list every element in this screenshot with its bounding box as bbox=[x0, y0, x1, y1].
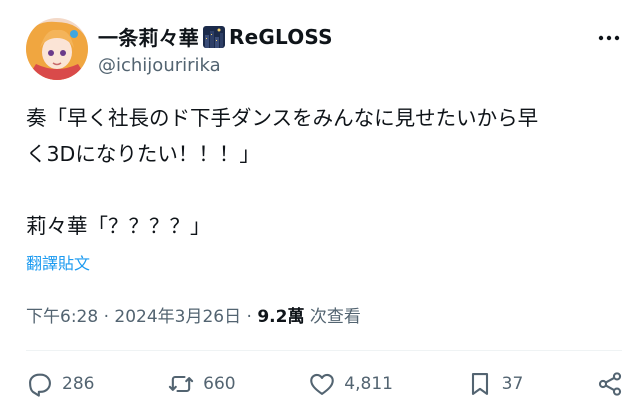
tweet-text: 奏「早く社長のド下手ダンスをみんなに見せたいから早 く3Dになりたい！！！」 莉… bbox=[26, 100, 626, 244]
action-bar: 286 660 4,811 37 bbox=[26, 370, 624, 398]
tweet-text-line-3: 莉々華「？？？？」 bbox=[26, 214, 211, 238]
bookmark-count: 37 bbox=[501, 374, 524, 394]
repost-icon bbox=[169, 375, 194, 393]
night-city-emoji-icon bbox=[203, 25, 225, 48]
share-icon bbox=[598, 372, 622, 396]
bookmark-button[interactable]: 37 bbox=[466, 370, 524, 398]
tweet-meta: 下午6:28 · 2024年3月26日 · 9.2萬 次查看 bbox=[26, 302, 361, 327]
divider bbox=[26, 350, 622, 351]
reply-count: 286 bbox=[62, 374, 95, 394]
reply-icon bbox=[29, 373, 51, 397]
reply-button[interactable]: 286 bbox=[26, 370, 94, 398]
meta-separator: · bbox=[241, 307, 258, 327]
tweet-date[interactable]: 2024年3月26日 bbox=[114, 307, 241, 327]
avatar-image bbox=[26, 18, 88, 80]
repost-button[interactable]: 660 bbox=[167, 370, 236, 398]
like-button[interactable]: 4,811 bbox=[308, 370, 393, 398]
view-count: 9.2萬 bbox=[257, 307, 305, 327]
display-name[interactable]: 一条莉々華 ReGLOSS bbox=[98, 22, 333, 51]
heart-icon bbox=[310, 373, 335, 395]
bookmark-icon bbox=[471, 373, 488, 395]
avatar[interactable] bbox=[26, 18, 88, 80]
org-name-text: ReGLOSS bbox=[229, 24, 333, 49]
tweet-text-line-1: 奏「早く社長のド下手ダンスをみんなに見せたいから早 bbox=[26, 106, 539, 130]
repost-count: 660 bbox=[203, 374, 236, 394]
user-handle[interactable]: @ichijouririka bbox=[98, 55, 221, 76]
share-button[interactable] bbox=[596, 370, 624, 398]
meta-separator: · bbox=[98, 307, 115, 327]
tweet-text-line-2: く3Dになりたい！！！」 bbox=[26, 142, 260, 166]
tweet-time[interactable]: 下午6:28 bbox=[26, 307, 98, 327]
display-name-text: 一条莉々華 bbox=[98, 26, 199, 50]
tweet-card: 一条莉々華 ReGLOSS @ichijouririka 奏「早く社長のド下手ダ… bbox=[0, 0, 640, 420]
translate-link[interactable]: 翻譯貼文 bbox=[26, 250, 90, 274]
like-count: 4,811 bbox=[344, 374, 393, 394]
view-count-label: 次查看 bbox=[304, 307, 361, 327]
more-options-icon[interactable] bbox=[596, 28, 622, 48]
